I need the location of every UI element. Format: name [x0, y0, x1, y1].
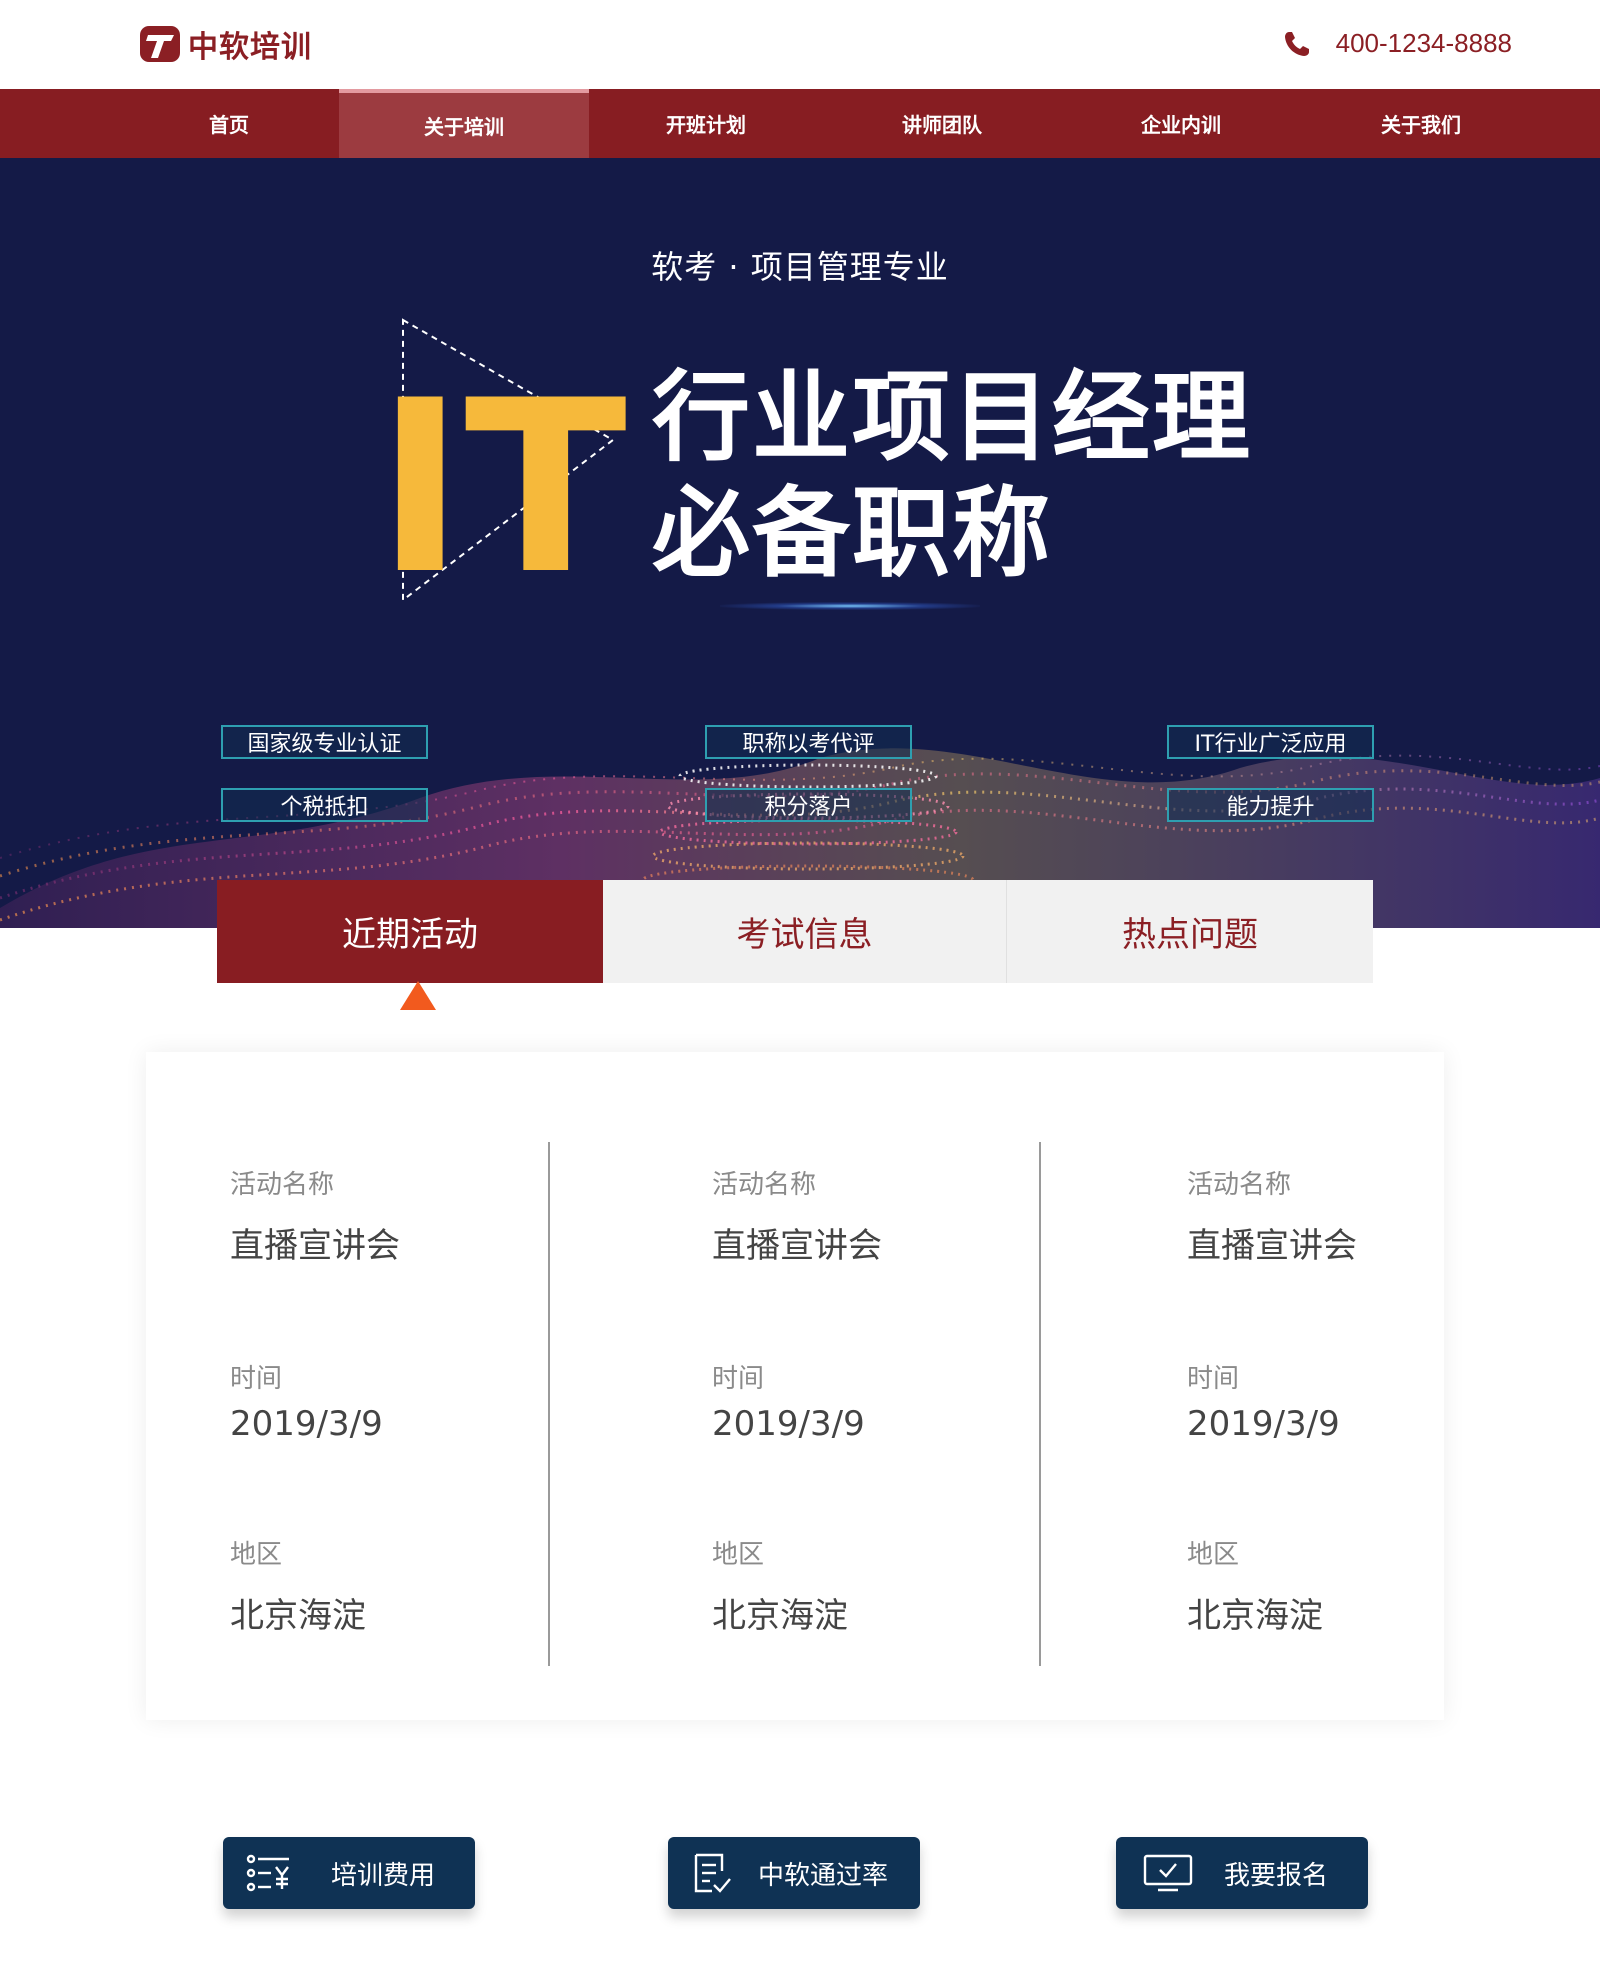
activity-time: 2019/3/9	[1187, 1404, 1340, 1444]
nav-item-corporate-training[interactable]: 企业内训	[1061, 89, 1301, 158]
tag-ability-boost: 能力提升	[1167, 788, 1374, 822]
activity-region-label: 地区	[712, 1540, 765, 1570]
nav-item-label: 关于我们	[1381, 113, 1461, 137]
tag-national-cert: 国家级专业认证	[221, 725, 428, 759]
fee-list-icon	[246, 1854, 289, 1892]
activity-name-label: 活动名称	[712, 1170, 817, 1200]
info-tabs: 近期活动 考试信息 热点问题	[217, 880, 1373, 983]
pass-rate-label: 中软通过率	[758, 1860, 889, 1891]
activity-time-label: 时间	[1187, 1364, 1240, 1394]
activity-region: 北京海淀	[230, 1596, 366, 1636]
tag-points-hukou: 积分落户	[705, 788, 912, 822]
column-divider	[1039, 1142, 1041, 1666]
phone-icon	[1284, 31, 1309, 56]
tag-it-industry: IT行业广泛应用	[1167, 725, 1374, 759]
signup-monitor-icon	[1143, 1854, 1193, 1892]
nav-item-label: 关于培训	[424, 115, 504, 139]
tab-exam-info[interactable]: 考试信息	[603, 880, 1007, 983]
tab-hot-questions[interactable]: 热点问题	[1007, 880, 1373, 983]
nav-item-label: 企业内训	[1141, 113, 1221, 137]
activity-region-label: 地区	[230, 1540, 283, 1570]
signup-button[interactable]: 我要报名	[1116, 1837, 1368, 1909]
logo-text: 中软培训	[188, 30, 312, 65]
nav-item-class-schedule[interactable]: 开班计划	[589, 89, 823, 158]
nav-item-label: 首页	[209, 113, 249, 137]
signup-label: 我要报名	[1224, 1860, 1329, 1891]
main-nav: 首页 关于培训 开班计划 讲师团队 企业内训 关于我们	[0, 89, 1600, 158]
activity-time: 2019/3/9	[230, 1404, 383, 1444]
activity-name-label: 活动名称	[1187, 1170, 1292, 1200]
hero-banner: 软考 · 项目管理专业 IT 行业项目经理 必备职称 国家级专业认证 职称以考代…	[0, 158, 1600, 928]
nav-item-about-us[interactable]: 关于我们	[1301, 89, 1541, 158]
phone-contact[interactable]: 400-1234-8888	[1282, 28, 1512, 59]
activities-card: 活动名称 直播宣讲会 时间 2019/3/9 地区 北京海淀 活动名称 直播宣讲…	[146, 1052, 1444, 1720]
activity-name: 直播宣讲会	[712, 1226, 882, 1266]
nav-item-about-training[interactable]: 关于培训	[339, 89, 589, 158]
activity-time-label: 时间	[712, 1364, 765, 1394]
tab-recent-activities[interactable]: 近期活动	[217, 880, 603, 983]
nav-item-label: 讲师团队	[902, 113, 982, 137]
it-letters: IT	[376, 350, 627, 618]
tag-title-by-exam: 职称以考代评	[705, 725, 912, 759]
training-fee-button[interactable]: 培训费用	[223, 1837, 475, 1909]
pass-rate-document-icon	[694, 1853, 731, 1893]
active-tab-indicator	[400, 981, 436, 1010]
training-fee-label: 培训费用	[331, 1860, 436, 1891]
hero-glow-line	[720, 602, 980, 610]
hero-title-line1: 行业项目经理	[652, 361, 1253, 475]
activity-time: 2019/3/9	[712, 1404, 865, 1444]
activity-region: 北京海淀	[712, 1596, 848, 1636]
column-divider	[548, 1142, 550, 1666]
tag-tax-deduction: 个税抵扣	[221, 788, 428, 822]
top-header: 中软培训 400-1234-8888	[0, 0, 1600, 89]
activity-region: 北京海淀	[1187, 1596, 1323, 1636]
logo[interactable]: 中软培训	[138, 22, 312, 66]
activity-region-label: 地区	[1187, 1540, 1240, 1570]
activity-time-label: 时间	[230, 1364, 283, 1394]
nav-item-lecturers[interactable]: 讲师团队	[823, 89, 1061, 158]
nav-item-label: 开班计划	[666, 113, 746, 137]
activity-name: 直播宣讲会	[230, 1226, 400, 1266]
pass-rate-button[interactable]: 中软通过率	[668, 1837, 920, 1909]
activity-name-label: 活动名称	[230, 1170, 335, 1200]
logo-mark-icon	[140, 26, 180, 62]
nav-item-home[interactable]: 首页	[110, 89, 348, 158]
hero-subtitle: 软考 · 项目管理专业	[651, 248, 949, 286]
activity-name: 直播宣讲会	[1187, 1226, 1357, 1266]
hero-title-line2: 必备职称	[652, 477, 1053, 591]
it-logo-graphic: IT	[376, 318, 627, 618]
phone-number: 400-1234-8888	[1335, 28, 1512, 58]
